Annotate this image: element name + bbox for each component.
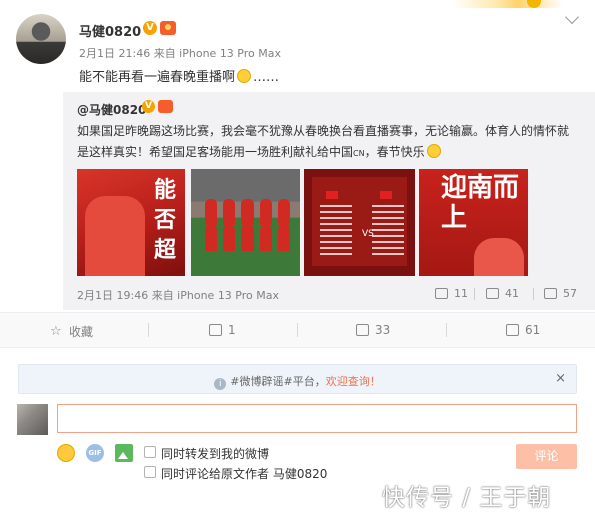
share-icon [209,324,222,336]
comment-count: 33 [375,323,391,337]
notice-prefix: #微博辟谣#平台， [230,375,326,388]
repost-text-cn: CN [353,149,365,158]
close-icon[interactable]: × [555,371,566,386]
flag-icon [326,191,338,199]
level-badge-icon [160,21,176,35]
image-overlay-text: 迎南而上 [441,173,520,233]
post-text-ellipsis: …… [253,70,280,85]
like-count: 61 [525,323,541,337]
lineup-panel: VS [312,177,407,266]
repost-image-3[interactable]: VS [304,169,415,276]
repost-meta: 2月1日 19:46 来自 iPhone 13 Pro Max [77,289,279,302]
chevron-down-icon[interactable] [564,9,580,25]
image-overlay-text: 能否超 [153,177,176,263]
repost-text: 如果国足昨晚踢这场比赛，我会毫不犹豫从春晚换台看直播赛事，无论输赢。体育人的情怀… [77,121,582,164]
repost-image-1[interactable]: 能否超 [77,169,185,276]
comment-icon [356,324,369,336]
verified-icon: V [142,100,155,113]
repost-share-count: 11 [454,287,468,300]
repost-to-my-weibo-checkbox[interactable] [144,446,156,458]
thumbs-up-icon [506,324,519,336]
notice-link[interactable]: 欢迎查询！ [326,375,381,388]
comment-input[interactable] [57,404,577,433]
laugh-cry-emoji-icon [237,69,252,83]
weibo-post-page: 马健0820 V 2月1日 21:46 来自 iPhone 13 Pro Max… [0,0,595,512]
repost-image-2[interactable] [191,169,300,276]
divider [446,323,447,337]
thumbs-up-icon [544,288,557,299]
player-figure [474,238,524,276]
lineup-list [372,205,404,255]
comment-to-author-label: 同时评论给原文作者 马健0820 [161,467,328,481]
verified-icon: V [143,21,157,35]
team-front-row [205,225,291,251]
repost-comment-count: 41 [505,287,519,300]
repost-count: 1 [228,323,236,337]
post-text: 能不能再看一遍春晚重播啊 …… [79,66,279,85]
info-icon: i [214,378,227,390]
divider [297,323,298,337]
divider [474,288,475,300]
image-upload-icon[interactable] [115,444,133,462]
team-back-row [205,199,291,225]
repost-to-my-weibo-label: 同时转发到我的微博 [161,447,270,461]
repost-share-stat[interactable]: 11 [435,287,468,300]
star-icon: ☆ [50,323,62,339]
current-user-avatar [17,404,48,435]
submit-comment-button[interactable]: 评论 [516,444,577,469]
favorite-label: 收藏 [69,325,94,339]
comment-to-author-checkbox[interactable] [144,466,156,478]
comment-icon [486,288,499,299]
post-text-main: 能不能再看一遍春晚重播啊 [79,70,236,85]
repost-like-stat[interactable]: 57 [544,287,577,300]
smile-emoji-icon [426,144,441,158]
repost-button[interactable]: 1 [209,323,236,337]
avatar[interactable] [16,14,66,64]
notice-text: i #微博辟谣#平台，欢迎查询！ [19,373,576,390]
header-ribbon-decoration [452,0,562,8]
repost-author[interactable]: @马健0820 [77,101,146,118]
favorite-button[interactable]: ☆ 收藏 [50,323,93,340]
repost-text-line2: 是这样真实！希望国足客场能用一场胜利献礼给中国CN，春节快乐 [77,142,582,164]
flag-icon [380,191,392,199]
share-icon [435,288,448,299]
repost-comment-stat[interactable]: 41 [486,287,519,300]
repost-card: @马健0820 V 如果国足昨晚踢这场比赛，我会毫不犹豫从春晚换台看直播赛事，无… [63,92,595,310]
gif-icon[interactable]: GIF [86,444,104,462]
watermark: 快传号 / 王于朝 [382,485,552,511]
repost-image-4[interactable]: 迎南而上 [419,169,528,276]
emoji-icon[interactable] [57,444,75,462]
divider [148,323,149,337]
repost-text-line2-main: 是这样真实！希望国足客场能用一场胜利献礼给中国 [77,145,354,159]
player-figure [85,196,145,276]
level-badge-icon [158,100,173,113]
like-button[interactable]: 61 [506,323,540,337]
lineup-list [320,205,352,255]
repost-like-count: 57 [563,287,577,300]
post-username[interactable]: 马健0820 [79,21,141,40]
divider [533,288,534,300]
repost-text-line1: 如果国足昨晚踢这场比赛，我会毫不犹豫从春晚换台看直播赛事，无论输赢。体育人的情怀… [77,124,570,138]
post-meta: 2月1日 21:46 来自 iPhone 13 Pro Max [79,47,281,60]
comment-button[interactable]: 33 [356,323,390,337]
vs-label: VS [362,229,374,239]
repost-text-line2-tail: ，春节快乐 [364,145,425,159]
rumor-notice-banner: i #微博辟谣#平台，欢迎查询！ × [18,364,577,394]
